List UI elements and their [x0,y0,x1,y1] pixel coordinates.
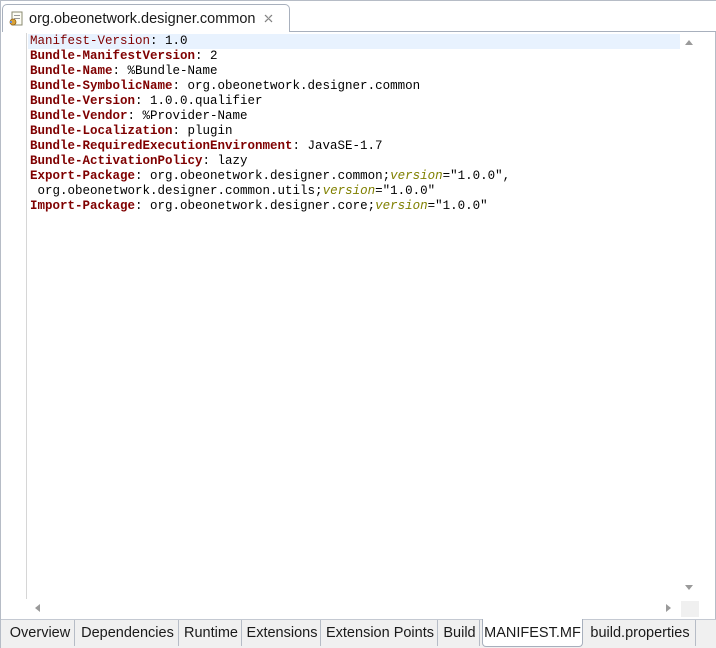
editor-ruler [9,33,27,599]
header-key: Manifest-Version [30,34,151,48]
tab-dependencies[interactable]: Dependencies [77,620,179,646]
manifest-line[interactable]: Bundle-Name: %Bundle-Name [30,64,510,79]
tab-build-properties[interactable]: build.properties [585,620,696,646]
editor-page-tabs: Overview Dependencies Runtime Extensions Ext… [1,619,716,648]
manifest-line[interactable]: Bundle-Version: 1.0.0.qualifier [30,94,510,109]
tab-runtime[interactable]: Runtime [181,620,242,646]
scrollbar-corner [681,601,699,617]
scroll-left-icon[interactable] [35,604,40,612]
header-value: org.obeonetwork.designer.common.utils; [30,184,323,198]
header-value: : 1.0.0.qualifier [135,94,263,108]
manifest-line[interactable]: Bundle-SymbolicName: org.obeonetwork.des… [30,79,510,94]
header-key: Bundle-Name [30,64,113,78]
manifest-line[interactable]: Import-Package: org.obeonetwork.designer… [30,199,510,214]
scroll-right-icon[interactable] [666,604,671,612]
header-key: Bundle-Localization [30,124,173,138]
attribute-name: version [322,184,376,198]
header-value: : %Provider-Name [127,109,248,123]
manifest-line[interactable]: Bundle-RequiredExecutionEnvironment: Jav… [30,139,510,154]
header-value: : org.obeonetwork.designer.common; [135,169,391,183]
tab-extensions[interactable]: Extensions [244,620,321,646]
source-editor[interactable]: Manifest-Version: 1.0 Bundle-ManifestVers… [9,33,699,601]
vertical-scrollbar[interactable] [680,33,697,599]
tab-divider [290,31,716,32]
tab-extension-points[interactable]: Extension Points [323,620,438,646]
header-key: Bundle-ActivationPolicy [30,154,203,168]
header-value: : plugin [172,124,233,138]
editor-tab-strip: org.obeonetwork.designer.common [1,1,716,32]
close-icon[interactable] [264,13,273,25]
manifest-line[interactable]: Bundle-ActivationPolicy: lazy [30,154,510,169]
editor-tab[interactable]: org.obeonetwork.designer.common [2,4,290,32]
manifest-line[interactable]: Bundle-Localization: plugin [30,124,510,139]
header-value: : org.obeonetwork.designer.core; [135,199,376,213]
header-key: Bundle-Vendor [30,109,128,123]
manifest-line[interactable]: Bundle-Vendor: %Provider-Name [30,109,510,124]
manifest-line[interactable]: Bundle-ManifestVersion: 2 [30,49,510,64]
header-key: Bundle-Version [30,94,136,108]
manifest-line[interactable]: org.obeonetwork.designer.common.utils;ve… [30,184,510,199]
horizontal-scrollbar[interactable] [9,601,681,617]
header-value: : %Bundle-Name [112,64,218,78]
header-value: : 1.0 [150,34,188,48]
header-key: Import-Package [30,199,136,213]
manifest-source[interactable]: Manifest-Version: 1.0 Bundle-ManifestVers… [30,34,510,214]
header-value: : lazy [202,154,248,168]
header-key: Bundle-SymbolicName [30,79,173,93]
header-key: Bundle-ManifestVersion [30,49,196,63]
header-value: : JavaSE-1.7 [292,139,383,153]
header-value: ="1.0.0" [427,199,488,213]
scroll-up-icon[interactable] [685,40,693,45]
header-value: ="1.0.0", [442,169,511,183]
editor-tab-title: org.obeonetwork.designer.common [29,10,256,27]
header-key: Export-Package [30,169,136,183]
header-value: : org.obeonetwork.designer.common [172,79,421,93]
header-value: ="1.0.0" [375,184,436,198]
plugin-manifest-icon [9,11,25,27]
header-key: Bundle-RequiredExecutionEnvironment [30,139,293,153]
tab-build[interactable]: Build [440,620,480,646]
manifest-line[interactable]: Manifest-Version: 1.0 [30,34,510,49]
manifest-line[interactable]: Export-Package: org.obeonetwork.designer… [30,169,510,184]
manifest-editor-window: org.obeonetwork.designer.common Manifest… [0,0,716,648]
scroll-down-icon[interactable] [685,585,693,590]
tab-overview[interactable]: Overview [6,620,75,646]
attribute-name: version [375,199,428,213]
header-value: : 2 [195,49,218,63]
attribute-name: version [390,169,443,183]
tab-manifest-mf[interactable]: MANIFEST.MF [482,619,583,647]
manifest-text-area[interactable]: Manifest-Version: 1.0 Bundle-ManifestVers… [28,33,680,599]
